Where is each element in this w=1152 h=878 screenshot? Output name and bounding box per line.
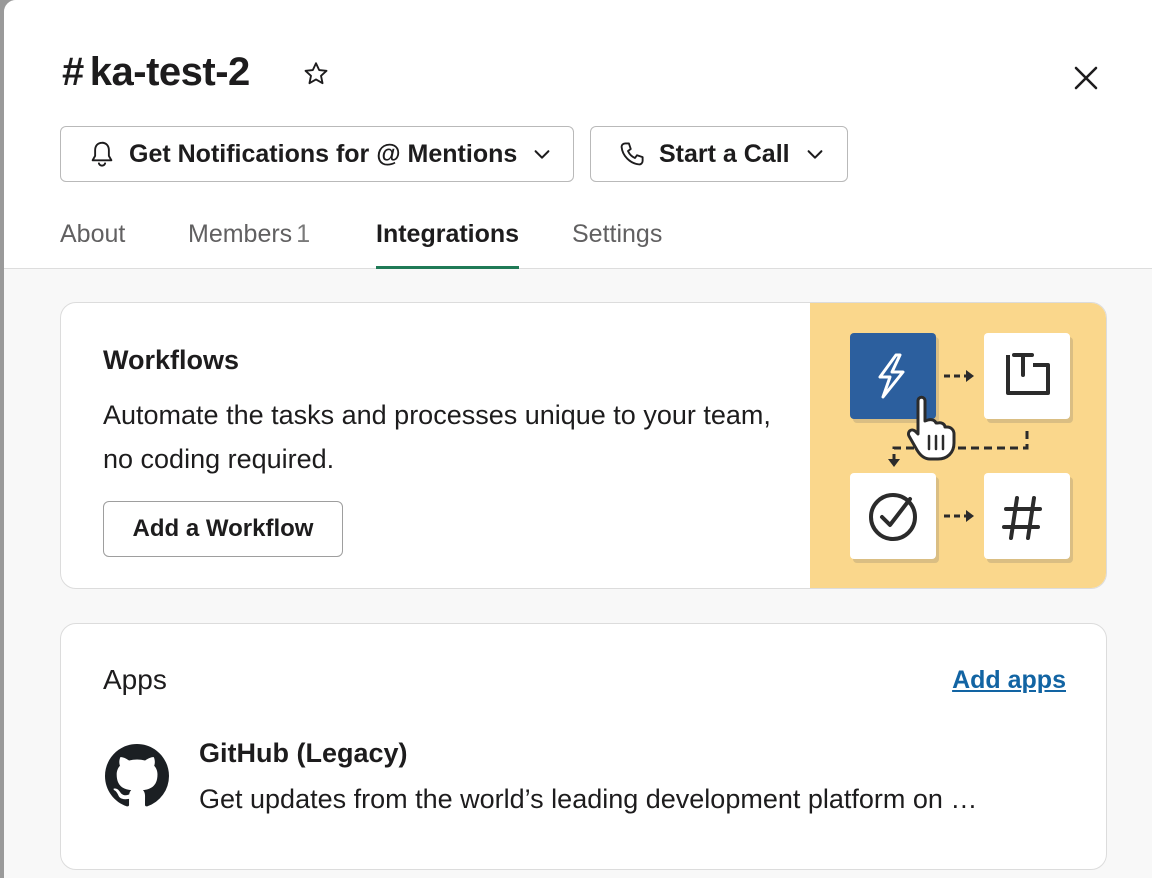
star-icon[interactable]: [302, 60, 330, 88]
channel-name: ka-test-2: [89, 50, 251, 94]
workflows-illustration: [810, 303, 1106, 588]
tab-about-label: About: [60, 220, 126, 248]
workflows-description: Automate the tasks and processes unique …: [103, 400, 771, 474]
tab-integrations[interactable]: Integrations: [376, 210, 520, 269]
add-apps-link[interactable]: Add apps: [952, 666, 1066, 695]
tab-members-label: Members: [188, 220, 293, 248]
tab-integrations-label: Integrations: [376, 220, 520, 248]
start-call-button[interactable]: Start a Call: [590, 126, 848, 182]
notifications-button-label: Get Notifications for @ Mentions: [129, 139, 518, 168]
members-count: 1: [296, 220, 311, 248]
github-icon: [105, 744, 169, 807]
channel-title: # ka-test-2: [62, 50, 250, 95]
workflow-diagram-icon: [850, 333, 1073, 563]
phone-icon: [620, 142, 644, 166]
tab-settings[interactable]: Settings: [572, 210, 662, 269]
bell-icon: [91, 141, 113, 167]
tab-about[interactable]: About: [60, 210, 125, 269]
app-item-github[interactable]: GitHub (Legacy) Get updates from the wor…: [103, 734, 1063, 824]
channel-hash: #: [62, 50, 84, 94]
close-icon[interactable]: [1070, 62, 1102, 94]
start-call-button-label: Start a Call: [659, 139, 790, 168]
tab-settings-label: Settings: [572, 220, 663, 248]
tab-members[interactable]: Members 1: [188, 210, 310, 269]
chevron-down-icon: [807, 150, 823, 159]
notifications-button[interactable]: Get Notifications for @ Mentions: [60, 126, 574, 182]
modal-header: # ka-test-2 Get Notifications for @ Ment…: [4, 0, 1152, 269]
app-description: Get updates from the world’s leading dev…: [199, 784, 978, 814]
tab-bar: About Members 1 Integrations Settings: [4, 210, 1152, 269]
app-name: GitHub (Legacy): [199, 738, 408, 768]
workflows-card: Workflows Automate the tasks and process…: [60, 302, 1107, 589]
workflows-title: Workflows: [103, 345, 240, 375]
apps-card: Apps Add apps GitHub (Legacy) Get update…: [60, 623, 1107, 870]
add-workflow-button[interactable]: Add a Workflow: [103, 501, 343, 557]
channel-details-modal: # ka-test-2 Get Notifications for @ Ment…: [4, 0, 1152, 878]
apps-title: Apps: [103, 664, 167, 695]
chevron-down-icon: [534, 150, 550, 159]
